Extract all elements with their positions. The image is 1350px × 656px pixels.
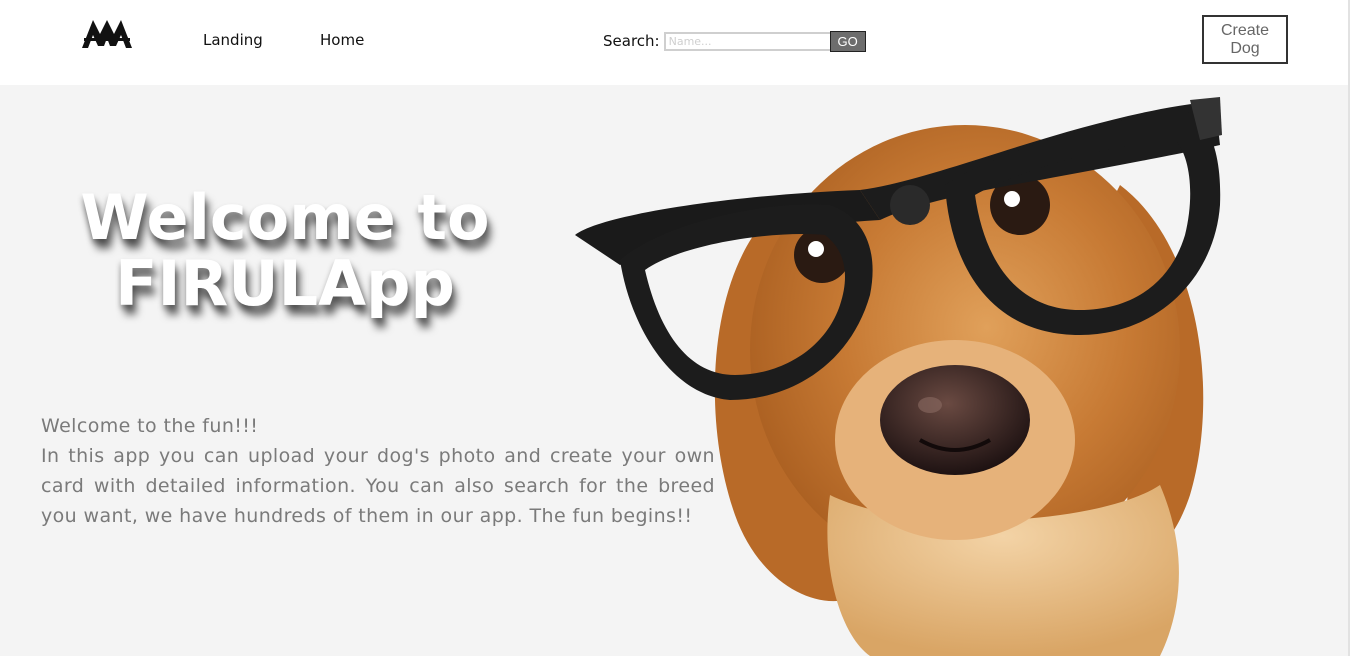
go-button[interactable]: GO: [829, 30, 866, 52]
hero-title: Welcome to FIRULApp: [60, 185, 510, 317]
search-label: Search:: [603, 32, 660, 50]
dog-with-glasses-image: [575, 97, 1222, 656]
top-navigation-bar: Landing Home Search: GO Create Dog: [0, 0, 1350, 85]
hero-title-line-1: Welcome to: [80, 181, 490, 254]
nav-link-home[interactable]: Home: [320, 31, 364, 49]
search-form: Search: GO: [603, 30, 866, 52]
double-a-logo-icon[interactable]: [80, 16, 134, 50]
search-input[interactable]: [663, 31, 830, 51]
nav-link-landing[interactable]: Landing: [203, 31, 263, 49]
hero-title-line-2: FIRULApp: [115, 247, 455, 320]
create-dog-button[interactable]: Create Dog: [1202, 15, 1288, 64]
